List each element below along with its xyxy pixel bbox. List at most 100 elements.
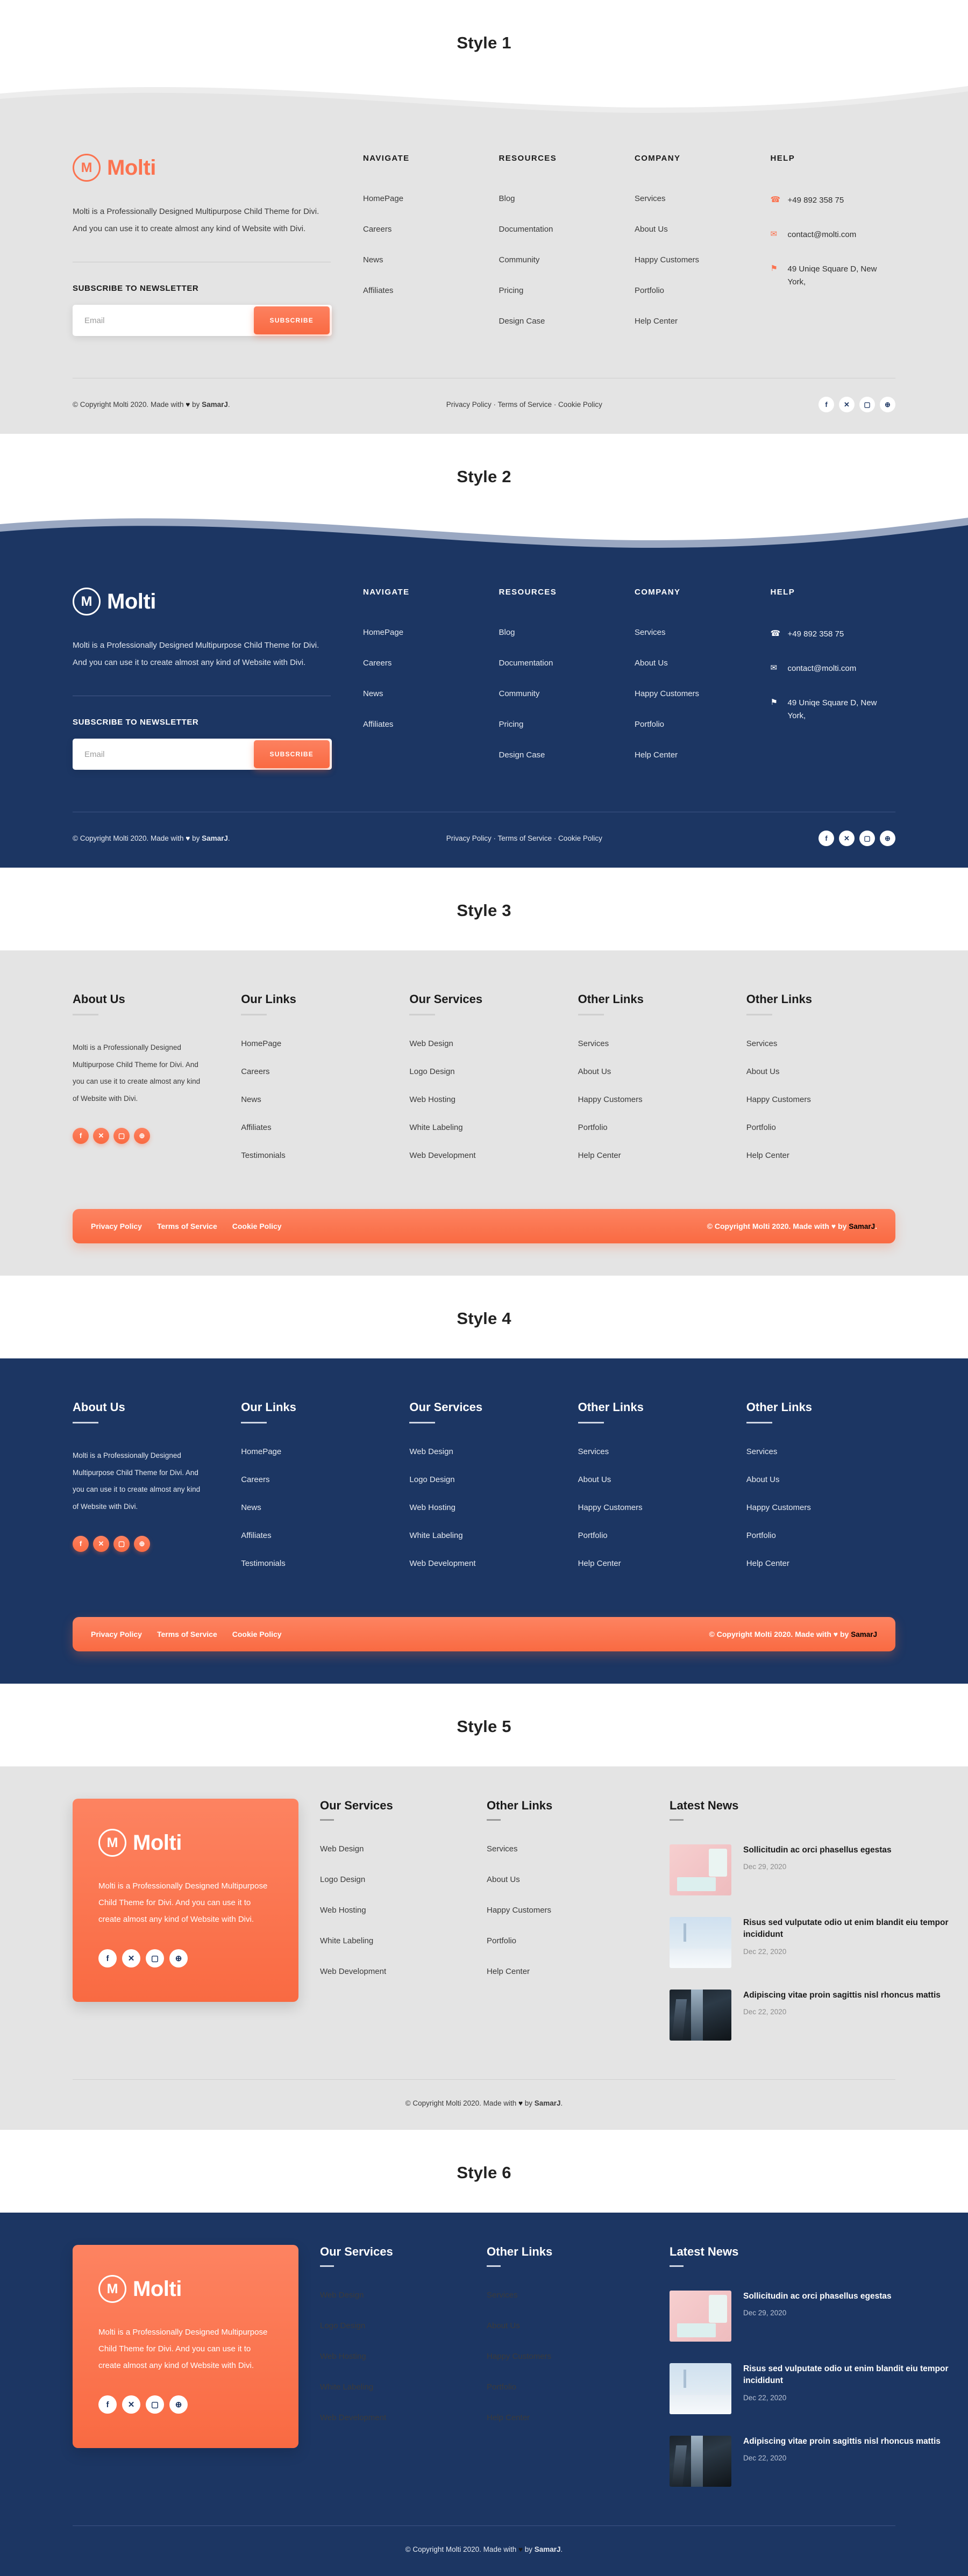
link-about-us[interactable]: About Us [578,1475,611,1484]
logo[interactable]: M Molti [73,588,352,616]
link-logo-design[interactable]: Logo Design [409,1067,454,1076]
newsletter-form[interactable]: SUBSCRIBE [73,739,332,770]
link-help-center[interactable]: Help Center [746,1559,789,1568]
link-happy-customers[interactable]: Happy Customers [635,689,699,698]
link-web-design[interactable]: Web Design [409,1039,453,1048]
link-about-us[interactable]: About Us [635,225,668,234]
link-portfolio[interactable]: Portfolio [635,286,664,295]
link-help-center[interactable]: Help Center [578,1559,621,1568]
instagram-icon[interactable]: ▢ [859,831,875,846]
link-news[interactable]: News [241,1503,261,1512]
link-web-development[interactable]: Web Development [409,1151,475,1160]
link-news[interactable]: News [363,689,383,698]
link-blog[interactable]: Blog [499,194,515,203]
link-web-design[interactable]: Web Design [320,2291,364,2300]
link-white-labeling[interactable]: White Labeling [409,1123,462,1132]
logo[interactable]: M Molti [98,2275,273,2303]
link-help-center[interactable]: Help Center [635,317,678,326]
link-documentation[interactable]: Documentation [499,225,553,234]
link-logo-design[interactable]: Logo Design [320,2321,365,2330]
dribbble-icon[interactable]: ⊕ [879,397,895,412]
x-twitter-icon[interactable]: ✕ [93,1127,109,1144]
link-portfolio[interactable]: Portfolio [487,2382,516,2392]
dribbble-icon[interactable]: ⊕ [169,1949,188,1968]
link-services[interactable]: Services [746,1447,778,1456]
instagram-icon[interactable]: ▢ [146,2395,164,2414]
facebook-icon[interactable]: f [98,2395,117,2414]
link-services[interactable]: Services [487,2291,518,2300]
link-homepage[interactable]: HomePage [363,194,403,203]
legal-links[interactable]: Privacy Policy · Terms of Service · Cook… [446,834,602,842]
link-white-labeling[interactable]: White Labeling [409,1531,462,1540]
dribbble-icon[interactable]: ⊕ [134,1535,150,1552]
link-affiliates[interactable]: Affiliates [363,286,393,295]
link-about-us[interactable]: About Us [746,1475,780,1484]
link-news[interactable]: News [241,1095,261,1104]
link-portfolio[interactable]: Portfolio [578,1531,608,1540]
link-happy-customers[interactable]: Happy Customers [578,1095,643,1104]
link-help-center[interactable]: Help Center [487,2413,530,2422]
news-title[interactable]: Sollicitudin ac orci phasellus egestas [743,1844,892,1856]
dribbble-icon[interactable]: ⊕ [134,1127,150,1144]
facebook-icon[interactable]: f [818,831,834,846]
link-help-center[interactable]: Help Center [746,1151,789,1160]
contact-phone[interactable]: ☎ +49 892 358 75 [771,194,896,207]
instagram-icon[interactable]: ▢ [146,1949,164,1968]
link-happy-customers[interactable]: Happy Customers [578,1503,643,1512]
instagram-icon[interactable]: ▢ [859,397,875,412]
link-happy-customers[interactable]: Happy Customers [635,255,699,264]
news-item[interactable]: Adipiscing vitae proin sagittis nisl rho… [670,2436,968,2487]
news-item[interactable]: Risus sed vulputate odio ut enim blandit… [670,1917,968,1968]
link-testimonials[interactable]: Testimonials [241,1151,286,1160]
link-web-design[interactable]: Web Design [320,1844,364,1854]
dribbble-icon[interactable]: ⊕ [879,831,895,846]
legal-links[interactable]: Privacy Policy · Terms of Service · Cook… [446,400,602,409]
x-twitter-icon[interactable]: ✕ [122,1949,140,1968]
link-help-center[interactable]: Help Center [487,1967,530,1976]
facebook-icon[interactable]: f [818,397,834,412]
link-homepage[interactable]: HomePage [241,1447,281,1456]
logo[interactable]: M Molti [98,1829,273,1857]
link-terms-of-service[interactable]: Terms of Service [157,1630,217,1638]
link-news[interactable]: News [363,255,383,264]
news-title[interactable]: Sollicitudin ac orci phasellus egestas [743,2291,892,2302]
link-logo-design[interactable]: Logo Design [320,1875,365,1884]
link-affiliates[interactable]: Affiliates [363,720,393,729]
link-happy-customers[interactable]: Happy Customers [746,1095,811,1104]
newsletter-form[interactable]: SUBSCRIBE [73,305,332,336]
subscribe-button[interactable]: SUBSCRIBE [253,740,330,768]
link-terms-of-service[interactable]: Terms of Service [157,1222,217,1230]
instagram-icon[interactable]: ▢ [113,1127,130,1144]
link-services[interactable]: Services [578,1447,609,1456]
news-title[interactable]: Adipiscing vitae proin sagittis nisl rho… [743,1990,941,2001]
dribbble-icon[interactable]: ⊕ [169,2395,188,2414]
link-homepage[interactable]: HomePage [363,628,403,637]
news-item[interactable]: Sollicitudin ac orci phasellus egestas D… [670,1844,968,1895]
link-services[interactable]: Services [578,1039,609,1048]
x-twitter-icon[interactable]: ✕ [838,831,855,846]
link-help-center[interactable]: Help Center [635,750,678,760]
x-twitter-icon[interactable]: ✕ [93,1535,109,1552]
link-services[interactable]: Services [487,1844,518,1854]
link-white-labeling[interactable]: White Labeling [320,2382,373,2392]
link-logo-design[interactable]: Logo Design [409,1475,454,1484]
facebook-icon[interactable]: f [73,1127,89,1144]
link-community[interactable]: Community [499,689,540,698]
link-cookie-policy[interactable]: Cookie Policy [232,1630,282,1638]
link-affiliates[interactable]: Affiliates [241,1531,271,1540]
facebook-icon[interactable]: f [73,1535,89,1552]
link-privacy-policy[interactable]: Privacy Policy [91,1630,142,1638]
x-twitter-icon[interactable]: ✕ [122,2395,140,2414]
link-careers[interactable]: Careers [241,1475,269,1484]
link-homepage[interactable]: HomePage [241,1039,281,1048]
news-item[interactable]: Sollicitudin ac orci phasellus egestas D… [670,2291,968,2342]
x-twitter-icon[interactable]: ✕ [838,397,855,412]
link-design-case[interactable]: Design Case [499,317,545,326]
link-web-design[interactable]: Web Design [409,1447,453,1456]
link-privacy-policy[interactable]: Privacy Policy [91,1222,142,1230]
link-design-case[interactable]: Design Case [499,750,545,760]
link-web-hosting[interactable]: Web Hosting [320,1906,366,1915]
contact-phone[interactable]: ☎ +49 892 358 75 [771,628,896,641]
contact-email[interactable]: ✉ contact@molti.com [771,662,896,675]
link-cookie-policy[interactable]: Cookie Policy [232,1222,282,1230]
